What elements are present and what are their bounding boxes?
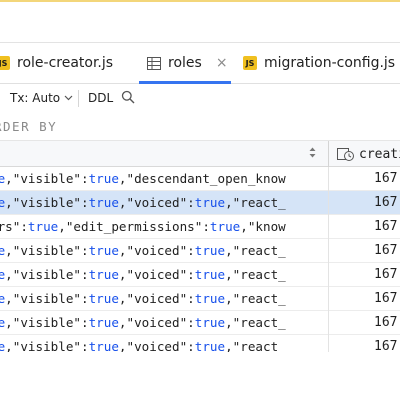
- column-divider: [328, 239, 329, 263]
- json-boolean: true: [194, 195, 226, 210]
- tx-label: Tx: Auto: [10, 91, 61, 105]
- table-icon: [147, 56, 161, 70]
- column-divider: [328, 287, 329, 311]
- tab-label: roles: [168, 55, 202, 71]
- column-type-icon: [337, 146, 355, 162]
- title-bar-accent: [0, 0, 400, 2]
- json-text: ,"voiced":: [118, 195, 195, 210]
- column-divider: [328, 191, 329, 215]
- sort-icon[interactable]: [309, 147, 316, 160]
- json-text: ,"react_: [225, 243, 286, 258]
- column-header-created[interactable]: creati: [337, 146, 400, 162]
- table-row[interactable]: ers":true,"edit_permissions":true,"know1…: [0, 215, 400, 239]
- json-text: ,"react_: [225, 195, 286, 210]
- json-boolean: true: [194, 315, 226, 330]
- json-text: ,"visible":: [5, 243, 89, 258]
- results-toolbar: Tx: Auto DDL: [0, 84, 400, 113]
- json-cell[interactable]: ue,"visible":true,"voiced":true,"react_: [0, 267, 328, 282]
- json-text: ,"descendant_open_know: [118, 171, 286, 186]
- json-boolean: true: [194, 243, 226, 258]
- json-text: ,"voiced":: [118, 267, 195, 282]
- created-cell[interactable]: 167: [374, 315, 397, 330]
- json-text: ,"react_: [225, 291, 286, 306]
- json-text: ers":: [0, 219, 28, 234]
- json-cell[interactable]: ue,"visible":true,"voiced":true,"react_: [0, 195, 328, 210]
- json-text: ,"visible":: [5, 267, 89, 282]
- table-row[interactable]: ue,"visible":true,"voiced":true,"react_ 1…: [0, 287, 400, 311]
- json-boolean: true: [88, 171, 119, 186]
- created-cell[interactable]: 167: [374, 171, 397, 186]
- table-row[interactable]: ue,"visible":true,"voiced":true,"react_ 1…: [0, 239, 400, 263]
- column-divider: [328, 263, 329, 287]
- column-divider[interactable]: [328, 141, 329, 167]
- json-text: ,"visible":: [5, 291, 89, 306]
- created-cell[interactable]: 167: [374, 267, 397, 282]
- json-text: ,"react_: [225, 267, 286, 282]
- column-divider: [328, 311, 329, 335]
- column-divider: [328, 167, 329, 191]
- tab-migration-config[interactable]: JS migration-config.js: [243, 43, 395, 83]
- created-cell[interactable]: 167: [374, 195, 397, 210]
- column-divider: [328, 215, 329, 239]
- json-text: ,"edit_permissions":: [58, 219, 210, 234]
- table-row[interactable]: ue,"visible":true,"descendant_open_know 1…: [0, 167, 400, 191]
- grid-header: creati: [0, 141, 400, 167]
- json-boolean: true: [194, 291, 226, 306]
- json-text: ,"visible":: [5, 171, 89, 186]
- transaction-mode-dropdown[interactable]: Tx: Auto: [10, 91, 73, 105]
- query-text-area[interactable]: RDER BY: [0, 113, 400, 141]
- json-text: ,"voiced":: [118, 243, 195, 258]
- search-icon[interactable]: [121, 90, 135, 107]
- tab-roles[interactable]: roles ×: [147, 43, 228, 83]
- json-cell[interactable]: ue,"visible":true,"voiced":true,"react_: [0, 243, 328, 258]
- created-cell[interactable]: 167: [374, 243, 397, 258]
- ddl-button[interactable]: DDL: [88, 91, 113, 105]
- json-cell[interactable]: ue,"visible":true,"voiced":true,"react_: [0, 315, 328, 330]
- json-boolean: true: [88, 243, 119, 258]
- created-cell[interactable]: 167: [374, 291, 397, 306]
- js-file-icon: JS: [243, 56, 257, 70]
- json-boolean: true: [88, 267, 119, 282]
- grid-rows: ue,"visible":true,"descendant_open_know 1…: [0, 167, 400, 359]
- close-icon[interactable]: ×: [216, 55, 228, 71]
- json-text: ,"visible":: [5, 315, 89, 330]
- query-fragment: RDER BY: [0, 119, 58, 134]
- json-cell[interactable]: ers":true,"edit_permissions":true,"know: [0, 219, 328, 234]
- editor-tab-bar: JS role-creator.js roles × JS migration-…: [0, 43, 400, 84]
- tab-role-creator[interactable]: JS role-creator.js: [0, 43, 113, 83]
- created-cell[interactable]: 167: [374, 219, 397, 234]
- json-cell[interactable]: ue,"visible":true,"descendant_open_know: [0, 171, 328, 186]
- json-boolean: true: [27, 219, 59, 234]
- column-header-label: creati: [359, 146, 400, 162]
- json-text: ,"visible":: [5, 195, 89, 210]
- tab-label: role-creator.js: [17, 55, 114, 71]
- json-boolean: true: [88, 315, 119, 330]
- json-boolean: true: [209, 219, 241, 234]
- table-row[interactable]: ue,"visible":true,"voiced":true,"react_ 1…: [0, 191, 400, 215]
- title-bar-strip: [0, 0, 400, 43]
- chevron-down-icon: [64, 93, 73, 104]
- table-row[interactable]: ue,"visible":true,"voiced":true,"react_ 1…: [0, 263, 400, 287]
- js-file-icon: JS: [0, 56, 10, 70]
- json-boolean: true: [88, 291, 119, 306]
- json-boolean: true: [88, 195, 119, 210]
- json-cell[interactable]: ue,"visible":true,"voiced":true,"react_: [0, 291, 328, 306]
- json-text: ,"voiced":: [118, 315, 195, 330]
- table-row[interactable]: ue,"visible":true,"voiced":true,"react_ 1…: [0, 311, 400, 335]
- json-text: ,"voiced":: [118, 291, 195, 306]
- empty-grid-area: [0, 352, 400, 400]
- json-text: ,"react_: [225, 315, 286, 330]
- tab-label: migration-config.js: [264, 55, 396, 71]
- json-text: ,"know: [240, 219, 286, 234]
- json-boolean: true: [194, 267, 226, 282]
- toolbar-divider: [78, 90, 79, 107]
